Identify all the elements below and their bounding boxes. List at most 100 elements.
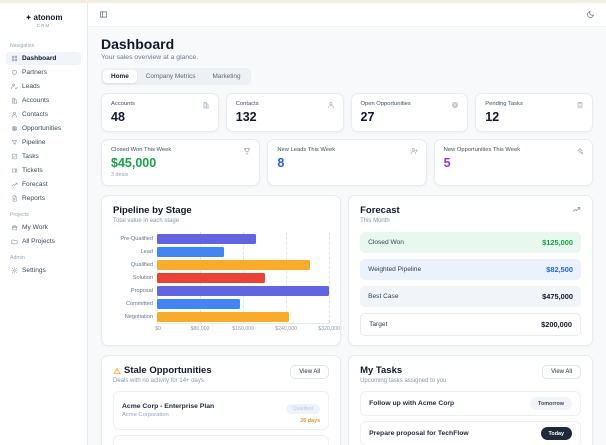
sidebar-item-reports[interactable]: Reports: [6, 192, 81, 205]
dashboard-tabs: Home Company Metrics Marketing: [101, 68, 251, 85]
chart-x-tick: $240,000: [275, 326, 297, 332]
sidebar-item-settings[interactable]: Settings: [6, 264, 81, 277]
forecast-row-value: $475,000: [542, 292, 573, 301]
forecast-row-label: Best Case: [368, 293, 399, 300]
logo-name: atonom: [33, 13, 63, 22]
page-title: Dashboard: [101, 36, 175, 52]
warning-icon: [113, 367, 121, 375]
tab-home[interactable]: Home: [103, 70, 137, 83]
clipboard-icon: [576, 101, 584, 109]
sidebar-item-leads[interactable]: Leads: [6, 80, 81, 93]
task-title: Prepare proposal for TechFlow: [369, 430, 469, 437]
stat-card-new-leads-this-week: New Leads This Week 8: [267, 139, 427, 186]
stale-title: Stale Opportunities: [124, 365, 212, 376]
sidebar-item-pipeline[interactable]: Pipeline: [6, 136, 81, 149]
stat-card-contacts: Contacts 132: [225, 93, 344, 132]
building-icon: [202, 101, 210, 109]
sidebar-item-label: My Work: [22, 224, 48, 231]
user-plus-icon: [410, 147, 418, 155]
leads-icon: [11, 83, 18, 90]
dashboard-content: Dashboard Your sales overview at a glanc…: [88, 27, 606, 445]
stat-card-new-opportunities-this-week: New Opportunities This Week 5: [433, 139, 593, 186]
user-icon: [327, 101, 335, 109]
chart-bar-pre-qualified: [157, 233, 257, 244]
file-icon: [11, 195, 18, 202]
forecast-title: Forecast: [360, 205, 400, 216]
task-row[interactable]: Follow up with Acme Corp Tomorrow: [360, 391, 581, 416]
opportunity-company: Acme Corporation: [122, 412, 169, 418]
stale-subtitle: Deals with no activity for 14+ days: [113, 378, 204, 384]
due-badge: Tomorrow: [530, 397, 572, 410]
forecast-row-value: $200,000: [541, 320, 572, 329]
pipeline-panel: Pipeline by Stage Total value in each st…: [101, 195, 342, 346]
chart-x-tick: $80,000: [190, 326, 210, 332]
tab-marketing[interactable]: Marketing: [204, 70, 248, 83]
theme-toggle-icon[interactable]: [586, 10, 595, 19]
sidebar-item-tasks[interactable]: Tasks: [6, 150, 81, 163]
logo-sub: CRM: [36, 23, 51, 28]
target-icon: [11, 125, 18, 132]
sidebar-item-forecast[interactable]: Forecast: [6, 178, 81, 191]
stat-label: Pending Tasks: [485, 101, 523, 107]
pipeline-title: Pipeline by Stage: [113, 205, 192, 216]
stat-value: 27: [360, 110, 375, 124]
tasks-view-all-button[interactable]: View All: [542, 365, 581, 379]
stage-badge: Qualified: [285, 404, 321, 414]
sidebar-item-my-work[interactable]: My Work: [6, 221, 81, 234]
sidebar-item-tickets[interactable]: Tickets: [6, 164, 81, 177]
days-stale: 26 days: [300, 418, 321, 424]
chart-category-label: Solution: [132, 274, 153, 281]
stat-value: 8: [277, 156, 285, 170]
sidebar-item-label: Opportunities: [22, 125, 62, 132]
sidebar-item-label: All Projects: [22, 238, 55, 245]
stat-label: Closed Won This Week: [111, 147, 172, 153]
stale-opportunity-row[interactable]: TechFlow - Platform LicenseTechFlow Solu…: [113, 435, 330, 445]
stat-sub: [277, 172, 416, 178]
forecast-row-value: $125,000: [542, 238, 573, 247]
sidebar-item-all-projects[interactable]: All Projects: [6, 235, 81, 248]
task-row[interactable]: Prepare proposal for TechFlow Today: [360, 421, 581, 445]
sidebar-item-label: Settings: [22, 267, 46, 274]
forecast-subtitle: This Month: [360, 218, 390, 224]
sidebar-item-partners[interactable]: Partners: [6, 66, 81, 79]
sidebar-item-label: Dashboard: [22, 55, 57, 62]
sidebar-item-label: Forecast: [22, 181, 48, 188]
sidebar-item-opportunities[interactable]: Opportunities: [6, 122, 81, 135]
stale-view-all-button[interactable]: View All: [290, 365, 330, 379]
sidebar-item-label: Contacts: [22, 111, 49, 118]
stat-value: 132: [235, 110, 257, 124]
chart-bar-negotiation: [157, 311, 289, 322]
tab-company-metrics[interactable]: Company Metrics: [138, 70, 204, 83]
chart-category-label: Qualified: [130, 261, 153, 268]
pipeline-subtitle: Total value in each stage: [113, 218, 180, 224]
opportunity-title: Acme Corp - Enterprise Plan: [122, 403, 215, 410]
sidebar-item-label: Tickets: [22, 167, 43, 174]
stat-value: 5: [443, 156, 451, 170]
stat-label: New Opportunities This Week: [443, 147, 521, 153]
sidebar-group-projects: Projects My Work All Projects: [6, 212, 81, 248]
stat-card-open-opportunities: Open Opportunities 27: [350, 93, 469, 132]
sidebar-toggle-icon[interactable]: [99, 10, 108, 19]
sidebar-item-accounts[interactable]: Accounts: [6, 94, 81, 107]
sidebar-item-label: Pipeline: [22, 139, 46, 146]
stat-label: Open Opportunities: [360, 101, 411, 107]
forecast-row-closed-won: Closed Won $125,000: [360, 232, 581, 253]
check-square-icon: [11, 153, 18, 160]
sidebar-group-admin: Admin Settings: [6, 255, 81, 277]
chart-bar-proposal: [157, 285, 330, 296]
target-icon: [451, 101, 459, 109]
stat-sub: [444, 172, 583, 178]
stat-card-accounts: Accounts 48: [101, 93, 219, 132]
sidebar-group-label: Navigation: [10, 43, 35, 49]
sidebar-item-dashboard[interactable]: Dashboard: [6, 52, 81, 65]
stale-opportunity-row[interactable]: Acme Corp - Enterprise Plan Acme Corporat…: [113, 391, 330, 430]
tasks-title: My Tasks: [360, 365, 403, 376]
building-icon: [11, 97, 18, 104]
sidebar-item-contacts[interactable]: Contacts: [6, 108, 81, 121]
stat-label: New Leads This Week: [277, 147, 336, 153]
trend-icon: [11, 181, 18, 188]
pipeline-x-axis: $0 $80,000 $160,000 $240,000 $320,000: [155, 324, 340, 333]
bottom-row: Stale Opportunities Deals with no activi…: [101, 355, 593, 445]
stat-label: Contacts: [235, 101, 259, 107]
user-icon: [11, 111, 18, 118]
